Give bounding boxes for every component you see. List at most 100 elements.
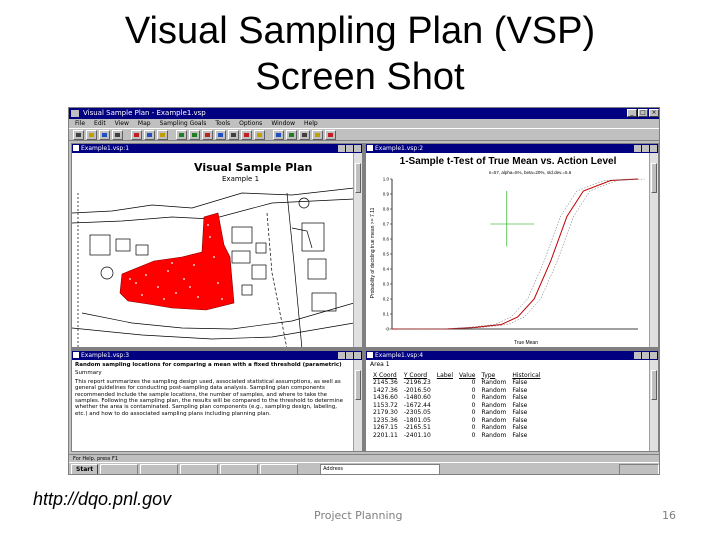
footer-url[interactable]: http://dqo.pnl.gov [33, 489, 171, 510]
report-scrollbar-thumb[interactable] [355, 370, 361, 400]
table-row[interactable]: 2201.11 -2401.10 0 Random False [370, 432, 543, 440]
taskbar-item[interactable] [220, 464, 259, 474]
pan-icon[interactable] [215, 130, 226, 140]
menu-sampling-goals[interactable]: Sampling Goals [160, 119, 207, 128]
table-cell: False [512, 394, 528, 401]
y-tick-label: 0.4 [383, 267, 390, 272]
table-scrollbar[interactable] [649, 360, 658, 451]
taskbar-item[interactable] [180, 464, 219, 474]
taskbar-item[interactable] [100, 464, 139, 474]
zoom-out-icon[interactable] [189, 130, 200, 140]
table-scrollbar-thumb[interactable] [651, 370, 657, 400]
col-label[interactable]: Label [434, 371, 456, 379]
table-cell: 0 [471, 431, 476, 439]
graph-window[interactable]: Example1.vsp:2 1-Sample t-Test of True M… [365, 143, 659, 348]
maximize-icon[interactable] [642, 145, 649, 152]
help-icon[interactable] [325, 130, 336, 140]
chart-subtitle: n=57, alpha=5%, beta=20%, std.dev.=5.6 [489, 170, 572, 175]
table-row[interactable]: 2179.30 -2305.05 0 Random False [370, 409, 543, 417]
taskbar-item[interactable] [140, 464, 179, 474]
report-scrollbar[interactable] [353, 360, 362, 451]
col-y-coord[interactable]: Y Coord [401, 371, 434, 379]
table-cell: 0 [471, 424, 476, 431]
minimize-icon[interactable] [338, 352, 345, 359]
menu-help[interactable]: Help [304, 119, 318, 128]
map-window-title-bar[interactable]: Example1.vsp:1 [72, 144, 362, 153]
table-row[interactable]: 1153.72 -1672.44 0 Random False [370, 402, 543, 410]
print-icon[interactable] [112, 130, 123, 140]
graph-scrollbar[interactable] [649, 153, 658, 347]
place-samples-icon[interactable] [241, 130, 252, 140]
minimize-button[interactable]: _ [627, 109, 637, 117]
col-type[interactable]: Type [478, 371, 509, 379]
maximize-icon[interactable] [346, 352, 353, 359]
table-cell: False [512, 416, 528, 424]
table-cell [434, 417, 456, 425]
menu-tools[interactable]: Tools [215, 119, 230, 128]
map-scrollbar[interactable] [353, 153, 362, 347]
graph-scrollbar-thumb[interactable] [651, 163, 657, 193]
maximize-button[interactable]: □ [638, 109, 648, 117]
y-tick-label: 0.1 [383, 312, 390, 317]
slide-title: Visual Sampling Plan (VSP) Screen Shot [60, 8, 660, 100]
table-row[interactable]: 1427.36 -2016.50 0 Random False [370, 387, 543, 395]
copy-icon[interactable] [144, 130, 155, 140]
report-window-title-bar[interactable]: Example1.vsp:3 [72, 351, 362, 360]
app-title-bar[interactable]: Visual Sample Plan - Example1.vsp _ □ × [69, 108, 659, 119]
table-view-icon[interactable] [312, 130, 323, 140]
site-map[interactable]: Visual Sample Plan Example 1 [72, 153, 354, 347]
map-window[interactable]: Example1.vsp:1 Visual Sample Plan Exampl… [71, 143, 363, 348]
col-x-coord[interactable]: X Coord [370, 371, 401, 379]
menu-window[interactable]: Window [271, 119, 295, 128]
maximize-icon[interactable] [642, 352, 649, 359]
col-historical[interactable]: Historical [509, 371, 543, 379]
mdi-workspace: Example1.vsp:1 Visual Sample Plan Exampl… [71, 143, 659, 452]
report-window[interactable]: Example1.vsp:3 Random sampling locations… [71, 350, 363, 452]
menu-options[interactable]: Options [239, 119, 262, 128]
minimize-icon[interactable] [634, 352, 641, 359]
menu-view[interactable]: View [115, 119, 129, 128]
grid-icon[interactable] [228, 130, 239, 140]
graph-view-icon[interactable] [286, 130, 297, 140]
sample-table-window[interactable]: Example1.vsp:4 Area 1 X Coord Y Coord La… [365, 350, 659, 452]
table-window-title-bar[interactable]: Example1.vsp:4 [366, 351, 658, 360]
taskbar-item[interactable] [260, 464, 299, 474]
report-view-icon[interactable] [299, 130, 310, 140]
table-cell: Random [481, 386, 507, 394]
table-row[interactable]: 1436.60 -1480.60 0 Random False [370, 394, 543, 402]
menu-file[interactable]: File [75, 119, 85, 128]
menu-edit[interactable]: Edit [94, 119, 106, 128]
graph-window-title-bar[interactable]: Example1.vsp:2 [366, 144, 658, 153]
start-button[interactable]: Start [71, 464, 99, 474]
table-cell: Random [481, 416, 507, 424]
map-scrollbar-thumb[interactable] [355, 163, 361, 193]
col-value[interactable]: Value [456, 371, 478, 379]
new-file-icon[interactable] [73, 130, 84, 140]
close-icon[interactable] [354, 352, 361, 359]
table-row[interactable]: 2145.36 -2196.23 0 Random False [370, 379, 543, 387]
save-icon[interactable] [99, 130, 110, 140]
address-bar[interactable]: Address [320, 464, 441, 474]
menu-map[interactable]: Map [138, 119, 151, 128]
zoom-in-icon[interactable] [176, 130, 187, 140]
table-cell: -1480.60 [403, 394, 431, 401]
close-button[interactable]: × [649, 109, 659, 117]
table-cell: Random [481, 424, 507, 431]
performance-chart[interactable]: 1-Sample t-Test of True Mean vs. Action … [366, 153, 650, 348]
table-row[interactable]: 1235.36 -1801.05 0 Random False [370, 417, 543, 425]
app-icon[interactable] [71, 110, 79, 117]
minimize-icon[interactable] [338, 145, 345, 152]
select-area-icon[interactable] [202, 130, 213, 140]
chart-x-axis-label: True Mean [514, 340, 538, 346]
maximize-icon[interactable] [346, 145, 353, 152]
table-row[interactable]: 1267.15 -2165.51 0 Random False [370, 424, 543, 432]
open-folder-icon[interactable] [86, 130, 97, 140]
close-icon[interactable] [354, 145, 361, 152]
map-view-icon[interactable] [273, 130, 284, 140]
close-icon[interactable] [650, 352, 657, 359]
cut-icon[interactable] [131, 130, 142, 140]
polygon-icon[interactable] [254, 130, 265, 140]
paste-icon[interactable] [157, 130, 168, 140]
close-icon[interactable] [650, 145, 657, 152]
minimize-icon[interactable] [634, 145, 641, 152]
